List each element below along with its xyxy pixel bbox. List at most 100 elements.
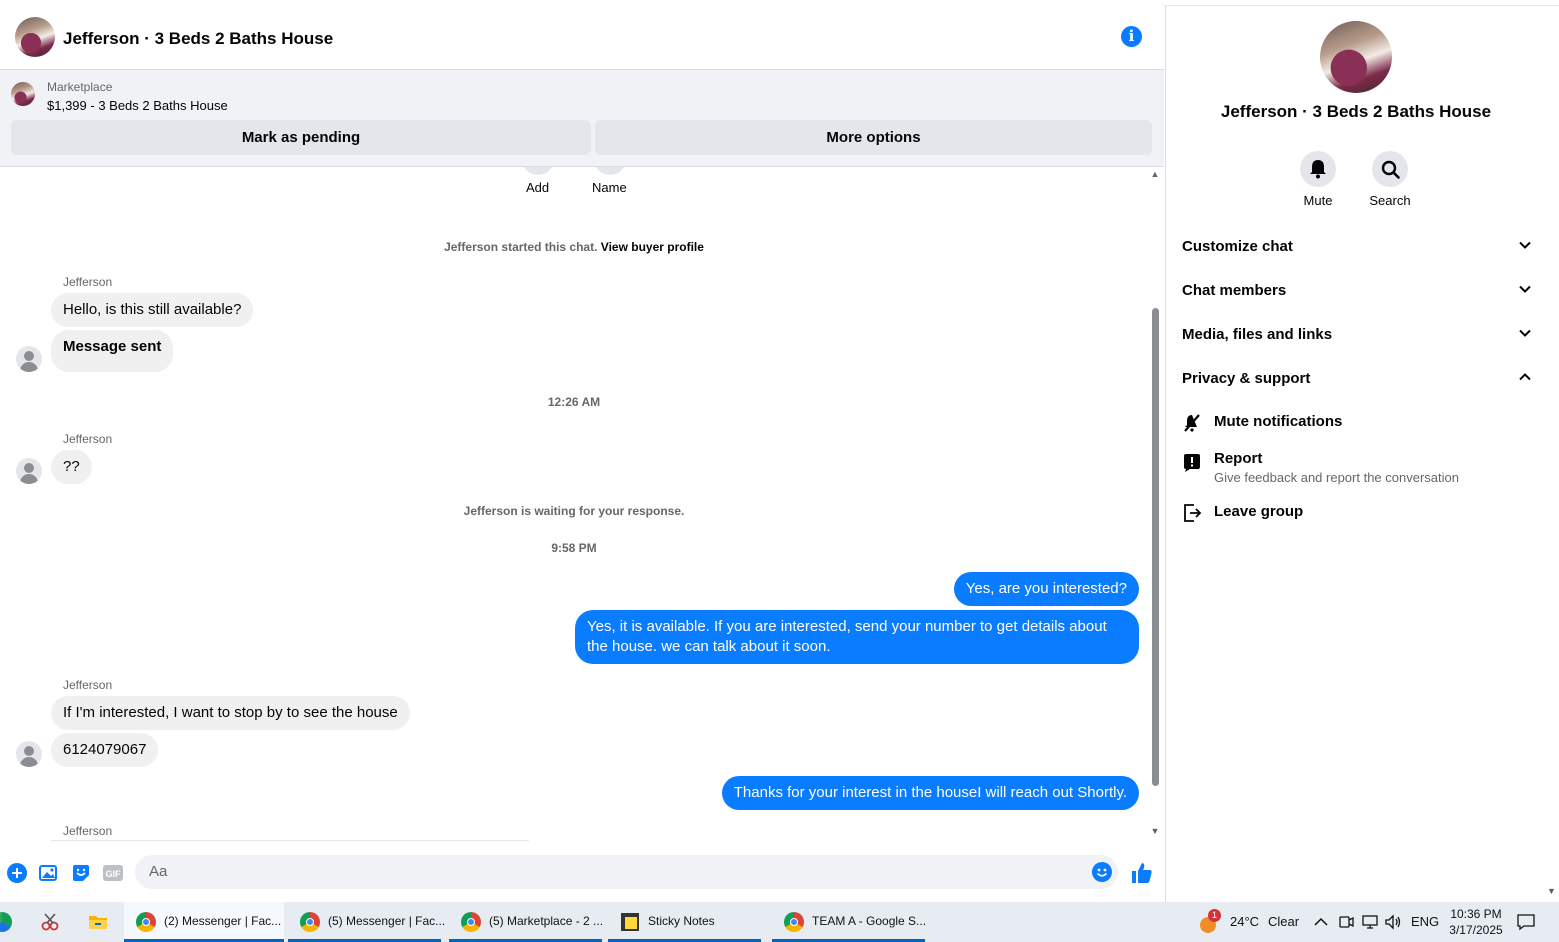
taskbar-app-marketplace[interactable]: (5) Marketplace - 2 ... — [449, 902, 603, 942]
outgoing-message[interactable]: Yes, are you interested? — [953, 572, 1139, 606]
weather-badge: 1 — [1208, 909, 1221, 922]
incoming-message[interactable]: 6124079067 — [51, 733, 159, 767]
mute-button[interactable]: Mute — [1288, 151, 1348, 208]
add-people-label[interactable]: Add — [526, 180, 549, 195]
volume-icon[interactable] — [1384, 914, 1402, 930]
message-input[interactable] — [147, 862, 1051, 881]
section-customize-chat[interactable]: Customize chat — [1182, 238, 1532, 258]
section-media-files-links[interactable]: Media, files and links — [1182, 326, 1532, 346]
weather-condition[interactable]: Clear — [1268, 914, 1299, 929]
svg-text:GIF: GIF — [106, 869, 122, 879]
file-explorer-icon[interactable] — [88, 912, 108, 932]
section-chat-members[interactable]: Chat members — [1182, 282, 1532, 302]
sender-name: Jefferson — [63, 275, 113, 289]
language-indicator[interactable]: ENG — [1411, 914, 1439, 929]
search-icon — [1381, 160, 1400, 179]
sticker-icon[interactable] — [71, 863, 91, 883]
marketplace-listing-bar: Marketplace $1,399 - 3 Beds 2 Baths Hous… — [0, 70, 1164, 167]
sender-name: Jefferson — [63, 824, 113, 838]
listing-source-label: Marketplace — [47, 80, 113, 94]
notification-center-icon[interactable] — [1517, 913, 1535, 931]
view-buyer-profile-link[interactable]: View buyer profile — [601, 240, 704, 254]
search-button[interactable]: Search — [1360, 151, 1420, 208]
network-icon[interactable] — [1361, 914, 1379, 930]
report-label: Report — [1214, 450, 1263, 467]
message-list[interactable]: Add Name Jefferson started this chat. Vi… — [0, 167, 1150, 842]
taskbar-app-messenger-2[interactable]: (5) Messenger | Fac... — [288, 902, 445, 942]
edge-icon[interactable] — [0, 912, 12, 932]
weather-widget-icon[interactable]: 1 — [1198, 909, 1221, 933]
conversation-avatar[interactable] — [15, 17, 55, 57]
page-scrollbar[interactable]: ▼ — [1545, 6, 1559, 902]
scroll-up-arrow[interactable]: ▲ — [1150, 169, 1160, 179]
details-title: Jefferson · 3 Beds 2 Baths House — [1220, 102, 1492, 121]
section-label: Privacy & support — [1182, 370, 1311, 387]
taskbar-app-label: Sticky Notes — [648, 914, 715, 928]
user-avatar[interactable] — [16, 458, 42, 484]
thumbs-up-icon[interactable] — [1130, 861, 1154, 885]
mute-label: Mute — [1303, 193, 1333, 208]
snipping-tool-icon[interactable] — [40, 912, 60, 932]
report-option[interactable]: Report Give feedback and report the conv… — [1182, 450, 1532, 490]
leave-group-option[interactable]: Leave group — [1182, 503, 1532, 525]
conversation-title[interactable]: Jefferson · 3 Beds 2 Baths House — [63, 29, 333, 49]
chrome-icon — [136, 912, 156, 932]
leave-group-label: Leave group — [1214, 503, 1304, 520]
mute-notifications-option[interactable]: Mute notifications — [1182, 413, 1532, 435]
section-label: Media, files and links — [1182, 326, 1333, 343]
taskbar-app-label: (5) Messenger | Fac... — [328, 914, 446, 928]
incoming-message[interactable]: Hello, is this still available? — [51, 293, 254, 327]
chrome-icon — [461, 912, 481, 932]
info-icon[interactable]: i — [1121, 26, 1142, 47]
page-scroll-down-arrow[interactable]: ▼ — [1547, 886, 1556, 896]
clock[interactable]: 10:36 PM 3/17/2025 — [1446, 906, 1506, 938]
outgoing-message[interactable]: Thanks for your interest in the houseI w… — [721, 776, 1139, 810]
taskbar-app-sticky-notes[interactable]: Sticky Notes — [608, 902, 761, 942]
incoming-message[interactable]: ?? — [51, 450, 92, 484]
listing-thumbnail[interactable] — [11, 82, 35, 106]
gif-icon[interactable]: GIF — [103, 863, 123, 883]
mute-notifications-label: Mute notifications — [1214, 413, 1343, 430]
report-icon — [1184, 454, 1200, 472]
section-label: Chat members — [1182, 282, 1287, 299]
temperature[interactable]: 24°C — [1230, 914, 1259, 929]
outgoing-message[interactable]: Yes, it is available. If you are interes… — [575, 610, 1139, 664]
mark-as-pending-button[interactable]: Mark as pending — [11, 120, 591, 155]
more-options-button[interactable]: More options — [595, 120, 1152, 155]
leave-icon — [1184, 504, 1202, 522]
taskbar-app-google-sheets[interactable]: TEAM A - Google S... — [772, 902, 927, 942]
timestamp: 12:26 AM — [547, 395, 601, 409]
incoming-message-sent[interactable]: Message sent — [51, 330, 174, 372]
chevron-up-icon[interactable] — [1314, 916, 1328, 928]
message-scroll-thumb[interactable] — [1152, 308, 1159, 786]
chevron-down-icon — [1519, 285, 1531, 293]
section-privacy-support[interactable]: Privacy & support — [1182, 370, 1532, 390]
name-chat-label[interactable]: Name — [592, 180, 627, 195]
user-avatar[interactable] — [16, 741, 42, 767]
chat-pane: Jefferson · 3 Beds 2 Baths House i Marke… — [0, 0, 1164, 902]
add-people-icon[interactable] — [522, 167, 554, 175]
taskbar-app-messenger-1[interactable]: (2) Messenger | Fac... — [124, 902, 284, 942]
user-avatar[interactable] — [16, 346, 42, 372]
chat-started-text: Jefferson started this chat. — [444, 240, 598, 254]
name-chat-icon[interactable] — [594, 167, 626, 175]
waiting-notice: Jefferson is waiting for your response. — [463, 504, 685, 518]
windows-taskbar: (2) Messenger | Fac... (5) Messenger | F… — [0, 902, 1559, 942]
section-label: Customize chat — [1182, 238, 1293, 255]
plus-icon[interactable] — [7, 863, 27, 883]
scroll-down-arrow[interactable]: ▼ — [1150, 826, 1160, 836]
report-description: Give feedback and report the conversatio… — [1214, 470, 1459, 485]
taskbar-app-label: (2) Messenger | Fac... — [164, 914, 282, 928]
clock-time: 10:36 PM — [1450, 907, 1502, 921]
sender-name: Jefferson — [63, 678, 113, 692]
chevron-down-icon — [1519, 241, 1531, 249]
listing-title[interactable]: $1,399 - 3 Beds 2 Baths House — [47, 98, 228, 113]
conversation-avatar-large[interactable] — [1320, 21, 1392, 93]
image-icon[interactable] — [39, 863, 59, 883]
emoji-icon[interactable] — [1092, 862, 1112, 882]
taskbar-app-label: TEAM A - Google S... — [812, 914, 927, 928]
chrome-icon — [300, 912, 320, 932]
meet-icon[interactable] — [1338, 914, 1354, 930]
incoming-message[interactable]: If I'm interested, I want to stop by to … — [51, 696, 410, 730]
sender-name: Jefferson — [63, 432, 113, 446]
